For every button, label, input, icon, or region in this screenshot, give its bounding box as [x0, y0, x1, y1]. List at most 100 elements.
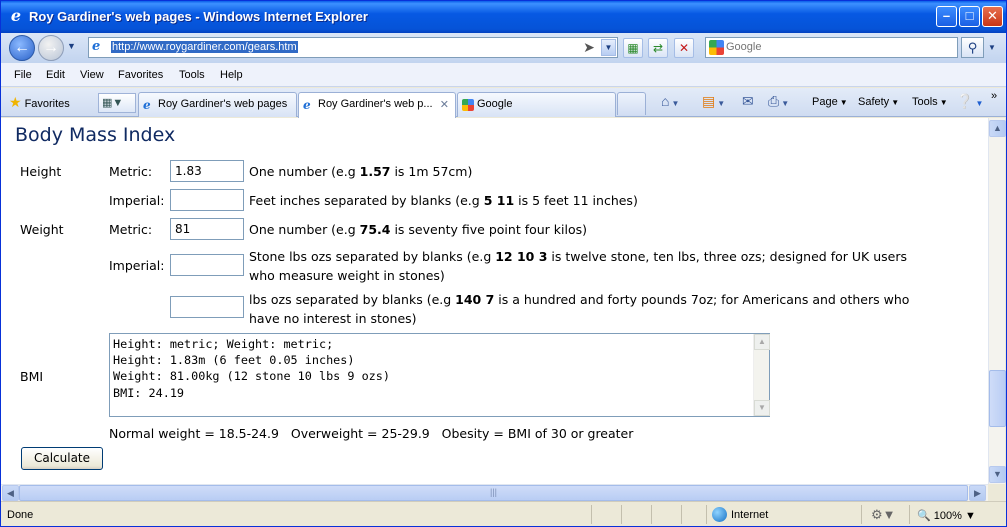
status-divider: [591, 505, 592, 524]
result-scrollbar[interactable]: ▲ ▼: [753, 334, 770, 416]
search-box[interactable]: [705, 37, 958, 58]
hint-text: One number (e.g: [249, 164, 360, 179]
bmi-result-textarea[interactable]: Height: metric; Weight: metric; Height: …: [109, 333, 770, 417]
favorites-button[interactable]: ★ Favorites: [9, 94, 70, 111]
scroll-up-icon[interactable]: ▲: [989, 120, 1006, 137]
height-metric-hint: One number (e.g 1.57 is 1m 57cm): [249, 162, 472, 181]
tab-close-icon[interactable]: ✕: [440, 98, 449, 111]
scroll-thumb[interactable]: |||: [19, 485, 968, 501]
zoom-level: 100%: [933, 510, 962, 522]
title-bar: e Roy Gardiner's web pages - Windows Int…: [1, 1, 1006, 33]
tab-bar: ★ Favorites ▦▼ e Roy Gardiner's web pages…: [1, 88, 1006, 118]
tools-menu-label: Tools: [912, 96, 938, 108]
scroll-up-icon[interactable]: ▲: [754, 334, 770, 350]
compatibility-icon[interactable]: ▦: [623, 38, 643, 58]
scroll-down-icon[interactable]: ▼: [989, 466, 1006, 483]
hint-text: Feet inches separated by blanks (e.g: [249, 193, 484, 208]
page-vertical-scrollbar[interactable]: ▲ ▼: [988, 118, 1006, 484]
weight-lbs-hint: lbs ozs separated by blanks (e.g 140 7 i…: [249, 290, 909, 328]
hint-text: is a hundred and forty pounds 7oz; for A…: [494, 292, 910, 307]
safety-menu-label: Safety: [858, 96, 890, 108]
status-divider: [621, 505, 622, 524]
address-url[interactable]: http://www.roygardiner.com/gears.htm: [111, 41, 298, 53]
scroll-right-icon[interactable]: ▶: [969, 485, 986, 501]
status-divider: [861, 505, 862, 524]
window-title: Roy Gardiner's web pages - Windows Inter…: [29, 9, 368, 24]
status-divider: [651, 505, 652, 524]
overflow-chevron-icon[interactable]: »: [991, 90, 997, 102]
menu-file[interactable]: File: [14, 69, 32, 81]
mail-icon[interactable]: ✉: [742, 93, 754, 110]
go-icon[interactable]: ➤: [579, 39, 599, 56]
favorites-label: Favorites: [24, 98, 70, 110]
tools-menu[interactable]: Tools ▼: [912, 96, 948, 108]
help-icon[interactable]: ❔ ▼: [956, 93, 983, 110]
google-icon: [709, 40, 724, 55]
search-button[interactable]: ⚲: [961, 37, 984, 58]
menu-favorites[interactable]: Favorites: [118, 69, 163, 81]
history-dropdown-icon[interactable]: ▼: [67, 41, 76, 51]
hint-text: One number (e.g: [249, 222, 360, 237]
hint-text: lbs ozs separated by blanks (e.g: [249, 292, 456, 307]
back-button[interactable]: ←: [9, 35, 35, 61]
hint-text: is seventy five point four kilos): [390, 222, 587, 237]
new-tab-button[interactable]: [617, 92, 646, 115]
height-metric-input[interactable]: [170, 160, 244, 182]
star-icon: ★: [9, 94, 22, 110]
scroll-down-icon[interactable]: ▼: [754, 400, 770, 416]
print-icon[interactable]: ⎙ ▼: [768, 93, 789, 110]
close-button[interactable]: ✕: [982, 6, 1003, 27]
weight-stone-hint: Stone lbs ozs separated by blanks (e.g 1…: [249, 247, 907, 285]
scroll-thumb[interactable]: [989, 370, 1006, 427]
stop-icon[interactable]: ✕: [674, 38, 694, 58]
weight-label: Weight: [20, 222, 64, 237]
calculate-button[interactable]: Calculate: [21, 447, 103, 470]
browser-window: e Roy Gardiner's web pages - Windows Int…: [0, 0, 1007, 527]
feeds-icon[interactable]: ▤ ▼: [702, 93, 725, 110]
home-icon[interactable]: ⌂ ▼: [661, 93, 679, 109]
status-bar: Done Internet ⚙▼ 🔍 100% ▼: [1, 501, 1006, 526]
minimize-button[interactable]: –: [936, 6, 957, 27]
height-imperial-label: Imperial:: [109, 193, 165, 208]
page-horizontal-scrollbar[interactable]: ◀ ||| ▶: [1, 484, 988, 501]
scroll-left-icon[interactable]: ◀: [2, 485, 19, 501]
quick-tabs-button[interactable]: ▦▼: [98, 93, 136, 113]
height-imperial-hint: Feet inches separated by blanks (e.g 5 1…: [249, 191, 638, 210]
menu-view[interactable]: View: [80, 69, 104, 81]
safety-menu[interactable]: Safety ▼: [858, 96, 899, 108]
tab-label: Roy Gardiner's web pages: [158, 98, 288, 110]
height-metric-label: Metric:: [109, 164, 153, 179]
weight-metric-hint: One number (e.g 75.4 is seventy five poi…: [249, 220, 587, 239]
search-input[interactable]: [726, 41, 926, 53]
ie-icon: e: [303, 98, 311, 112]
protected-mode-icon[interactable]: ⚙▼: [871, 507, 896, 523]
globe-icon: [712, 507, 727, 522]
height-imperial-input[interactable]: [170, 189, 244, 211]
refresh-icon[interactable]: ⇄: [648, 38, 668, 58]
weight-metric-input[interactable]: [170, 218, 244, 240]
hint-example: 1.57: [359, 164, 391, 179]
menu-edit[interactable]: Edit: [46, 69, 65, 81]
page-menu[interactable]: Page ▼: [812, 96, 848, 108]
zoom-control[interactable]: 🔍 100% ▼: [917, 509, 976, 522]
weight-stone-input[interactable]: [170, 254, 244, 276]
weight-lbs-input[interactable]: [170, 296, 244, 318]
status-divider: [706, 505, 707, 524]
search-dropdown-icon[interactable]: ▼: [985, 37, 999, 58]
hint-example: 75.4: [359, 222, 391, 237]
tab-google[interactable]: Google: [457, 92, 616, 117]
tab-roy-gardiner-2[interactable]: e Roy Gardiner's web p... ✕: [298, 92, 456, 118]
menu-bar: File Edit View Favorites Tools Help: [1, 63, 1006, 87]
menu-help[interactable]: Help: [220, 69, 243, 81]
status-text: Done: [7, 509, 34, 521]
forward-button[interactable]: →: [38, 35, 64, 61]
maximize-button[interactable]: □: [959, 6, 980, 27]
status-divider: [681, 505, 682, 524]
address-dropdown-icon[interactable]: ▼: [601, 39, 616, 56]
menu-tools[interactable]: Tools: [179, 69, 205, 81]
bmi-ranges: Normal weight = 18.5-24.9 Overweight = 2…: [109, 426, 634, 441]
tab-roy-gardiner-1[interactable]: e Roy Gardiner's web pages: [138, 92, 297, 117]
security-zone: Internet: [731, 509, 769, 521]
address-bar[interactable]: e http://www.roygardiner.com/gears.htm ➤…: [88, 37, 618, 58]
hint-example: 140 7: [455, 292, 495, 307]
